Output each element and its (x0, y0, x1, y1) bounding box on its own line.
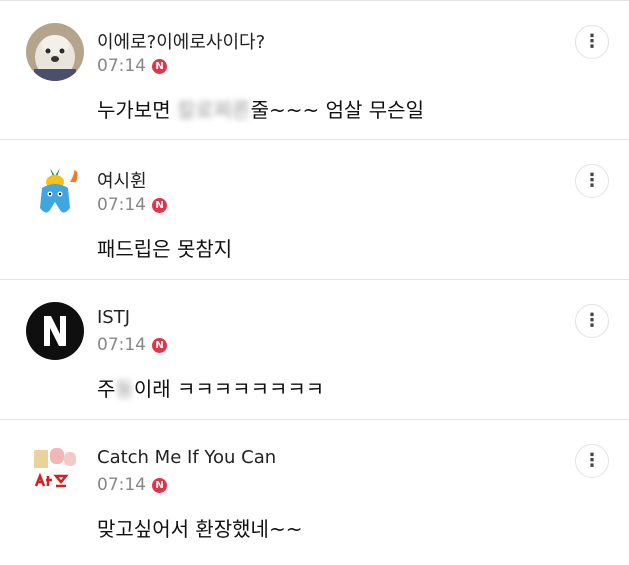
more-options-button[interactable]: ⋮ (575, 304, 609, 338)
more-options-button[interactable]: ⋮ (575, 25, 609, 59)
blurred-text: 둥 (115, 377, 134, 401)
sticker-ayeot-icon (26, 442, 84, 500)
timestamp: 07:14 (97, 335, 146, 355)
pineapple-tooth-character-icon (26, 162, 84, 220)
comment-meta: 07:14 N (97, 195, 167, 215)
comment-meta: 07:14 N (97, 56, 167, 76)
comment-item: ISTJ 07:14 N 주둥이래 ㅋㅋㅋㅋㅋㅋㅋㅋ ⋮ (0, 280, 629, 420)
comment-list: 이에로?이에로사이다? 07:14 N 누가보면 칼로찌른줄~~~ 엄살 무슨일… (0, 0, 629, 565)
author-name[interactable]: 이에로?이에로사이다? (97, 28, 265, 54)
avatar[interactable] (26, 302, 84, 360)
comment-text: 맞고싶어서 환장했네~~ (97, 517, 303, 541)
comment-text-part: 줄~~~ 엄살 무슨일 (250, 98, 424, 122)
comment-text-part: 이래 ㅋㅋㅋㅋㅋㅋㅋㅋ (133, 377, 325, 401)
more-options-button[interactable]: ⋮ (575, 164, 609, 198)
new-badge: N (152, 477, 167, 493)
comment-text-part: 누가보면 (97, 98, 177, 122)
dog-photo-icon (26, 23, 84, 81)
timestamp: 07:14 (97, 195, 146, 215)
more-vertical-icon: ⋮ (583, 31, 601, 52)
comment-text-part: 주 (97, 377, 116, 401)
more-options-button[interactable]: ⋮ (575, 444, 609, 478)
avatar[interactable] (26, 442, 84, 500)
comment-meta: 07:14 N (97, 475, 167, 495)
comment-meta: 07:14 N (97, 335, 167, 355)
comment-text: 주둥이래 ㅋㅋㅋㅋㅋㅋㅋㅋ (97, 373, 324, 402)
author-name[interactable]: ISTJ (97, 307, 130, 328)
timestamp: 07:14 (97, 56, 146, 76)
author-name[interactable]: Catch Me If You Can (97, 447, 276, 468)
comment-item: 여시휜 07:14 N 패드립은 못참지 ⋮ (0, 140, 629, 280)
new-badge: N (152, 337, 167, 353)
letter-n-icon (26, 302, 84, 360)
timestamp: 07:14 (97, 475, 146, 495)
author-name[interactable]: 여시휜 (97, 167, 147, 193)
more-vertical-icon: ⋮ (583, 450, 601, 471)
more-vertical-icon: ⋮ (583, 170, 601, 191)
new-badge: N (152, 197, 167, 213)
new-badge: N (152, 58, 167, 74)
comment-text: 누가보면 칼로찌른줄~~~ 엄살 무슨일 (97, 94, 424, 123)
more-vertical-icon: ⋮ (583, 310, 601, 331)
comment-item: 이에로?이에로사이다? 07:14 N 누가보면 칼로찌른줄~~~ 엄살 무슨일… (0, 0, 629, 140)
avatar[interactable] (26, 23, 84, 81)
avatar[interactable] (26, 162, 84, 220)
comment-item: Catch Me If You Can 07:14 N 맞고싶어서 환장했네~~… (0, 420, 629, 560)
comment-text: 패드립은 못참지 (97, 237, 233, 261)
blurred-text: 칼로찌른 (176, 98, 251, 122)
